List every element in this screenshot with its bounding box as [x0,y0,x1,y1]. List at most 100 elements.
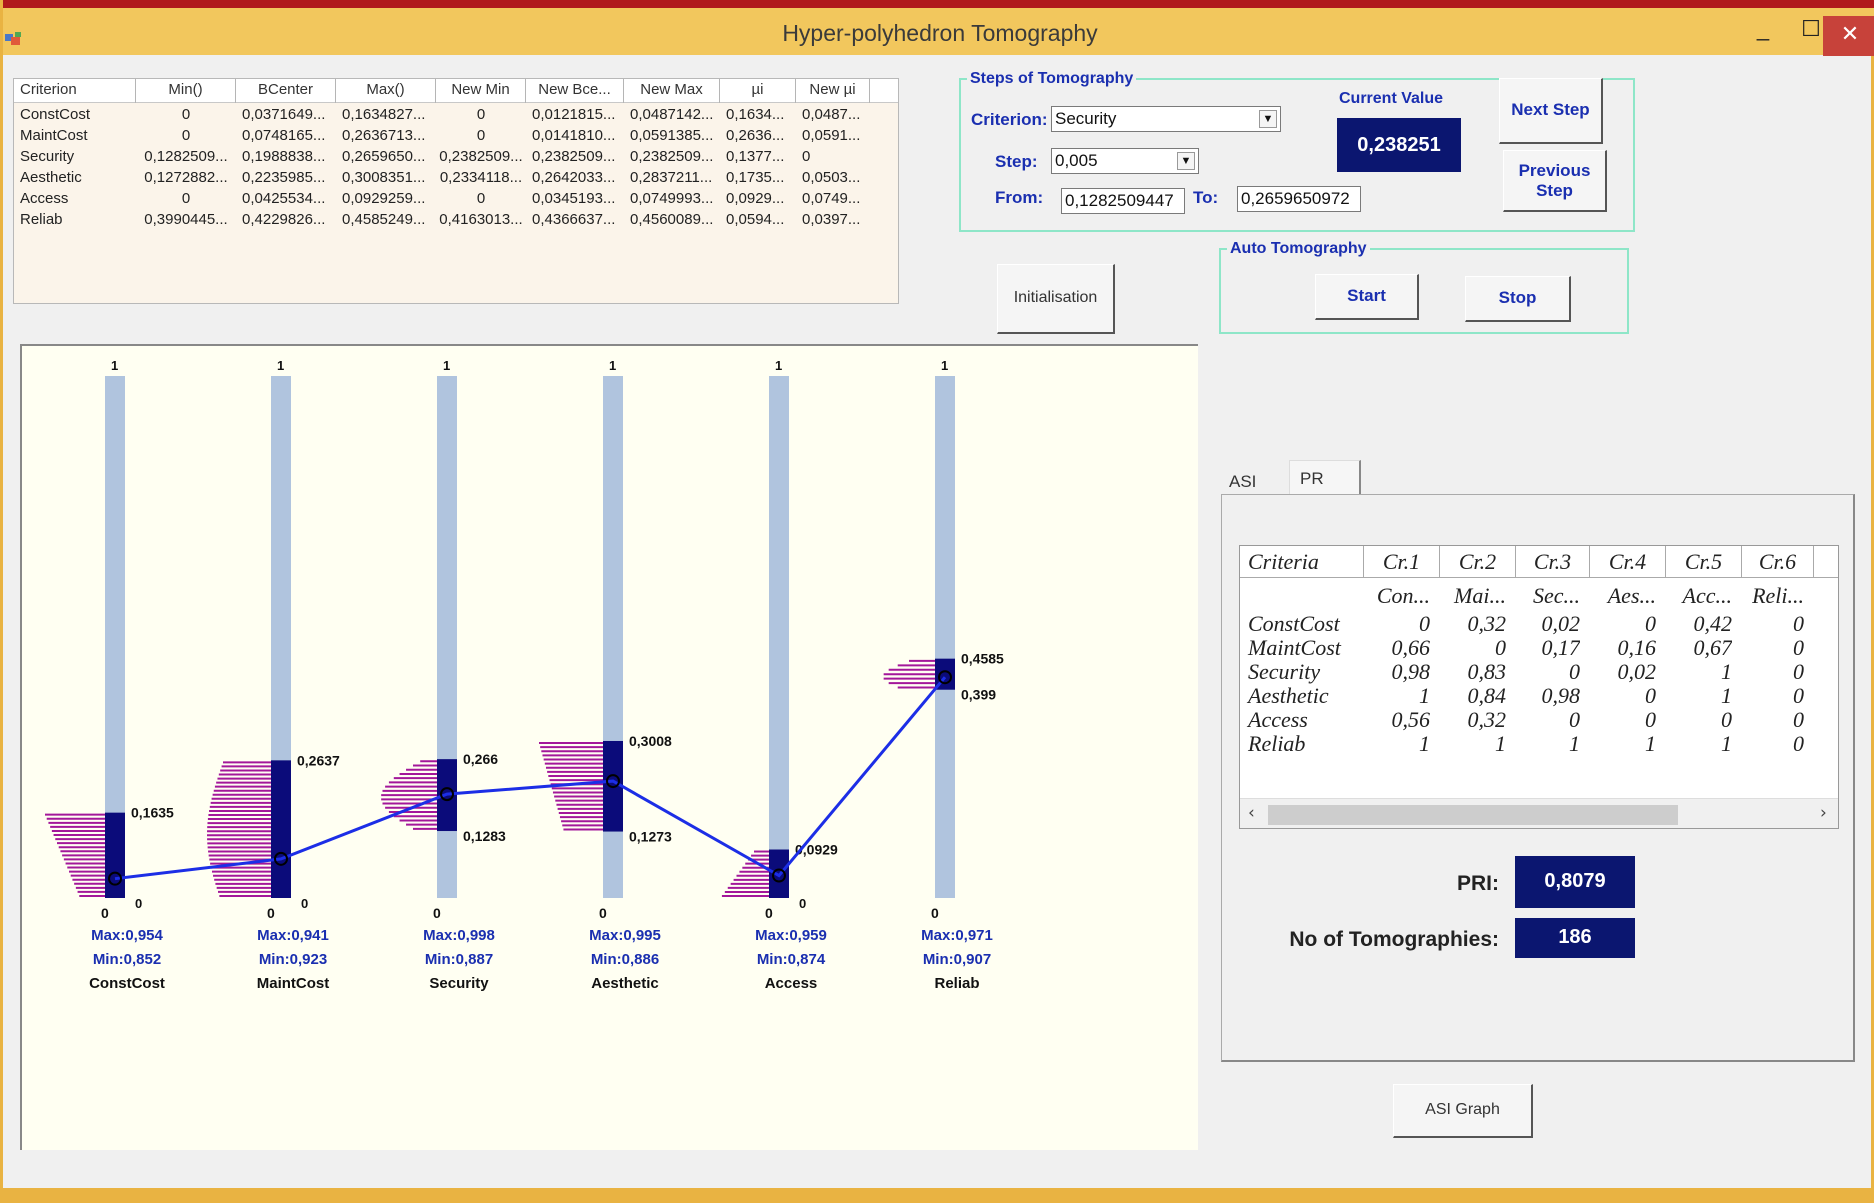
step-select[interactable]: 0,005 ▼ [1051,148,1199,174]
chevron-down-icon[interactable]: ▼ [1259,110,1277,128]
grid-cell: 0,0487... [802,106,861,123]
grid-column-header[interactable]: Min() [136,79,236,103]
horizontal-scrollbar[interactable]: ‹ › [1240,798,1838,828]
minimize-button[interactable]: _ [1739,16,1787,56]
axis-top-label: 1 [111,358,118,373]
pri-label: PRI: [1457,872,1499,895]
matrix-cell: 1 [1645,731,1656,756]
grid-column-header[interactable]: BCenter [236,79,336,103]
grid-cell: 0,1634... [726,106,785,123]
axis-name: Access [765,975,818,992]
grid-cell: 0,4560089... [630,211,714,228]
grid-column-header[interactable]: New Max [624,79,720,103]
chevron-down-icon[interactable]: ▼ [1177,152,1195,170]
matrix-row-label: Reliab [1248,731,1306,756]
axis-min-text: Min:0,907 [923,951,991,968]
grid-cell: MaintCost [20,127,88,144]
grid-row[interactable]: Security 0,1282509... 0,1988838... 0,265965… [14,147,870,168]
pr-matrix[interactable]: ‹ › Criteria Cr.1 Cr.2 Cr.3 Cr.4 Cr.5 Cr.6 Con.… [1239,545,1839,829]
window-bottom-border [3,1188,1874,1203]
grid-column-header[interactable]: New µi [796,79,870,103]
grid-cell: 0,0591385... [630,127,714,144]
lower-value-label: 0,1283 [463,828,506,844]
grid-row[interactable]: Aesthetic 0,1272882... 0,2235985... 0,30083… [14,168,870,189]
axis-bottom-label: 0 [433,905,441,921]
grid-cell: 0,3990445... [144,211,228,228]
upper-value-label: 0,2637 [297,752,340,768]
title-bar-accent [3,0,1874,8]
matrix-column-header[interactable]: Criteria [1240,546,1364,578]
grid-cell: 0,0371649... [242,106,326,123]
matrix-cell: 1 [1419,731,1430,756]
grid-cell: 0,2334118... [439,169,523,186]
chevron-right-icon[interactable]: › [1820,803,1827,823]
chevron-left-icon[interactable]: ‹ [1248,803,1255,823]
range-bar [271,760,291,898]
axis-min-text: Min:0,874 [757,951,826,968]
grid-cell: 0,2837211... [630,169,713,186]
matrix-column-header-overflow [1814,546,1838,578]
stop-button[interactable]: Stop [1465,276,1571,322]
grid-cell: 0,2636... [726,127,785,144]
axis-bottom-label: 0 [599,905,607,921]
grid-row[interactable]: Reliab 0,3990445... 0,4229826... 0,4585249.… [14,210,870,231]
auto-tomography-title: Auto Tomography [1227,240,1370,258]
grid-column-header[interactable]: New Bce... [526,79,624,103]
grid-column-header[interactable]: Criterion [14,79,136,103]
grid-cell: 0 [802,148,811,165]
previous-step-button[interactable]: Previous Step [1503,150,1607,212]
grid-cell: 0,0397... [802,211,861,228]
grid-column-header[interactable]: Max() [336,79,436,103]
axis-bottom-label: 0 [101,905,109,921]
initialisation-button[interactable]: Initialisation [997,264,1115,334]
grid-row[interactable]: ConstCost 0 0,0371649... 0,1634827... 0 0,012… [14,105,870,126]
step-label: Step: [995,152,1038,171]
axis-bottom-label: 0 [765,905,773,921]
grid-cell: 0,0487142... [630,106,714,123]
title-bar: Hyper-polyhedron Tomography _ ☐ ✕ [3,8,1874,56]
asi-graph-button[interactable]: ASI Graph [1393,1084,1533,1138]
to-input[interactable]: 0,2659650972 [1237,186,1361,212]
grid-cell: 0,0141810... [532,127,616,144]
matrix-column-header[interactable]: Cr.6 [1742,546,1814,578]
grid-cell: 0,4229826... [242,211,326,228]
axis-max-text: Max:0,995 [589,927,661,944]
grid-row[interactable]: Access 0 0,0425534... 0,0929259... 0 0,034519… [14,189,870,210]
tab-pr[interactable]: PR [1289,460,1361,494]
grid-cell: Aesthetic [20,169,82,186]
grid-cell: ConstCost [20,106,91,123]
matrix-column-header[interactable]: Cr.1 [1364,546,1440,578]
tomography-chart-panel: 1 0,1635 0 0 Max:0,954 Min:0,852 ConstCost 1 0,2… [20,344,1198,1150]
matrix-column-header[interactable]: Cr.5 [1666,546,1742,578]
scrollbar-thumb[interactable] [1268,805,1678,825]
axis-bar [769,376,789,898]
upper-value-label: 0,1635 [131,805,174,821]
axis-bar [935,376,955,898]
matrix-cell: Con... [1376,583,1430,608]
axis-bottom-label: 0 [931,905,939,921]
axis-min-text: Min:0,887 [425,951,493,968]
tab-asi[interactable]: ASI [1229,472,1256,492]
matrix-column-header[interactable]: Cr.3 [1516,546,1590,578]
matrix-column-header[interactable]: Cr.4 [1590,546,1666,578]
previous-step-label-1: Previous [1518,161,1591,180]
criterion-select[interactable]: Security ▼ [1051,106,1281,132]
grid-cell: 0,2382509... [532,148,616,165]
grid-cell: 0,0121815... [532,106,616,123]
axis-top-label: 1 [775,358,782,373]
from-input[interactable]: 0,1282509447 [1061,188,1185,214]
steps-group-title: Steps of Tomography [967,70,1137,88]
grid-row[interactable]: MaintCost 0 0,0748165... 0,2636713... 0 0,014… [14,126,870,147]
grid-cell: 0,0594... [726,211,785,228]
grid-body: ConstCost 0 0,0371649... 0,1634827... 0 0,012… [14,105,870,231]
matrix-column-header[interactable]: Cr.2 [1440,546,1516,578]
next-step-button[interactable]: Next Step [1499,78,1603,144]
grid-column-header[interactable]: µi [720,79,796,103]
previous-step-label-2: Step [1536,181,1573,200]
start-button[interactable]: Start [1315,274,1419,320]
grid-cell: 0,0749... [802,190,861,207]
close-button[interactable]: ✕ [1823,16,1874,56]
grid-cell: 0,4585249... [342,211,426,228]
criteria-grid[interactable]: Criterion Min() BCenter Max() New Min New Bce… [13,78,899,304]
grid-column-header[interactable]: New Min [436,79,526,103]
